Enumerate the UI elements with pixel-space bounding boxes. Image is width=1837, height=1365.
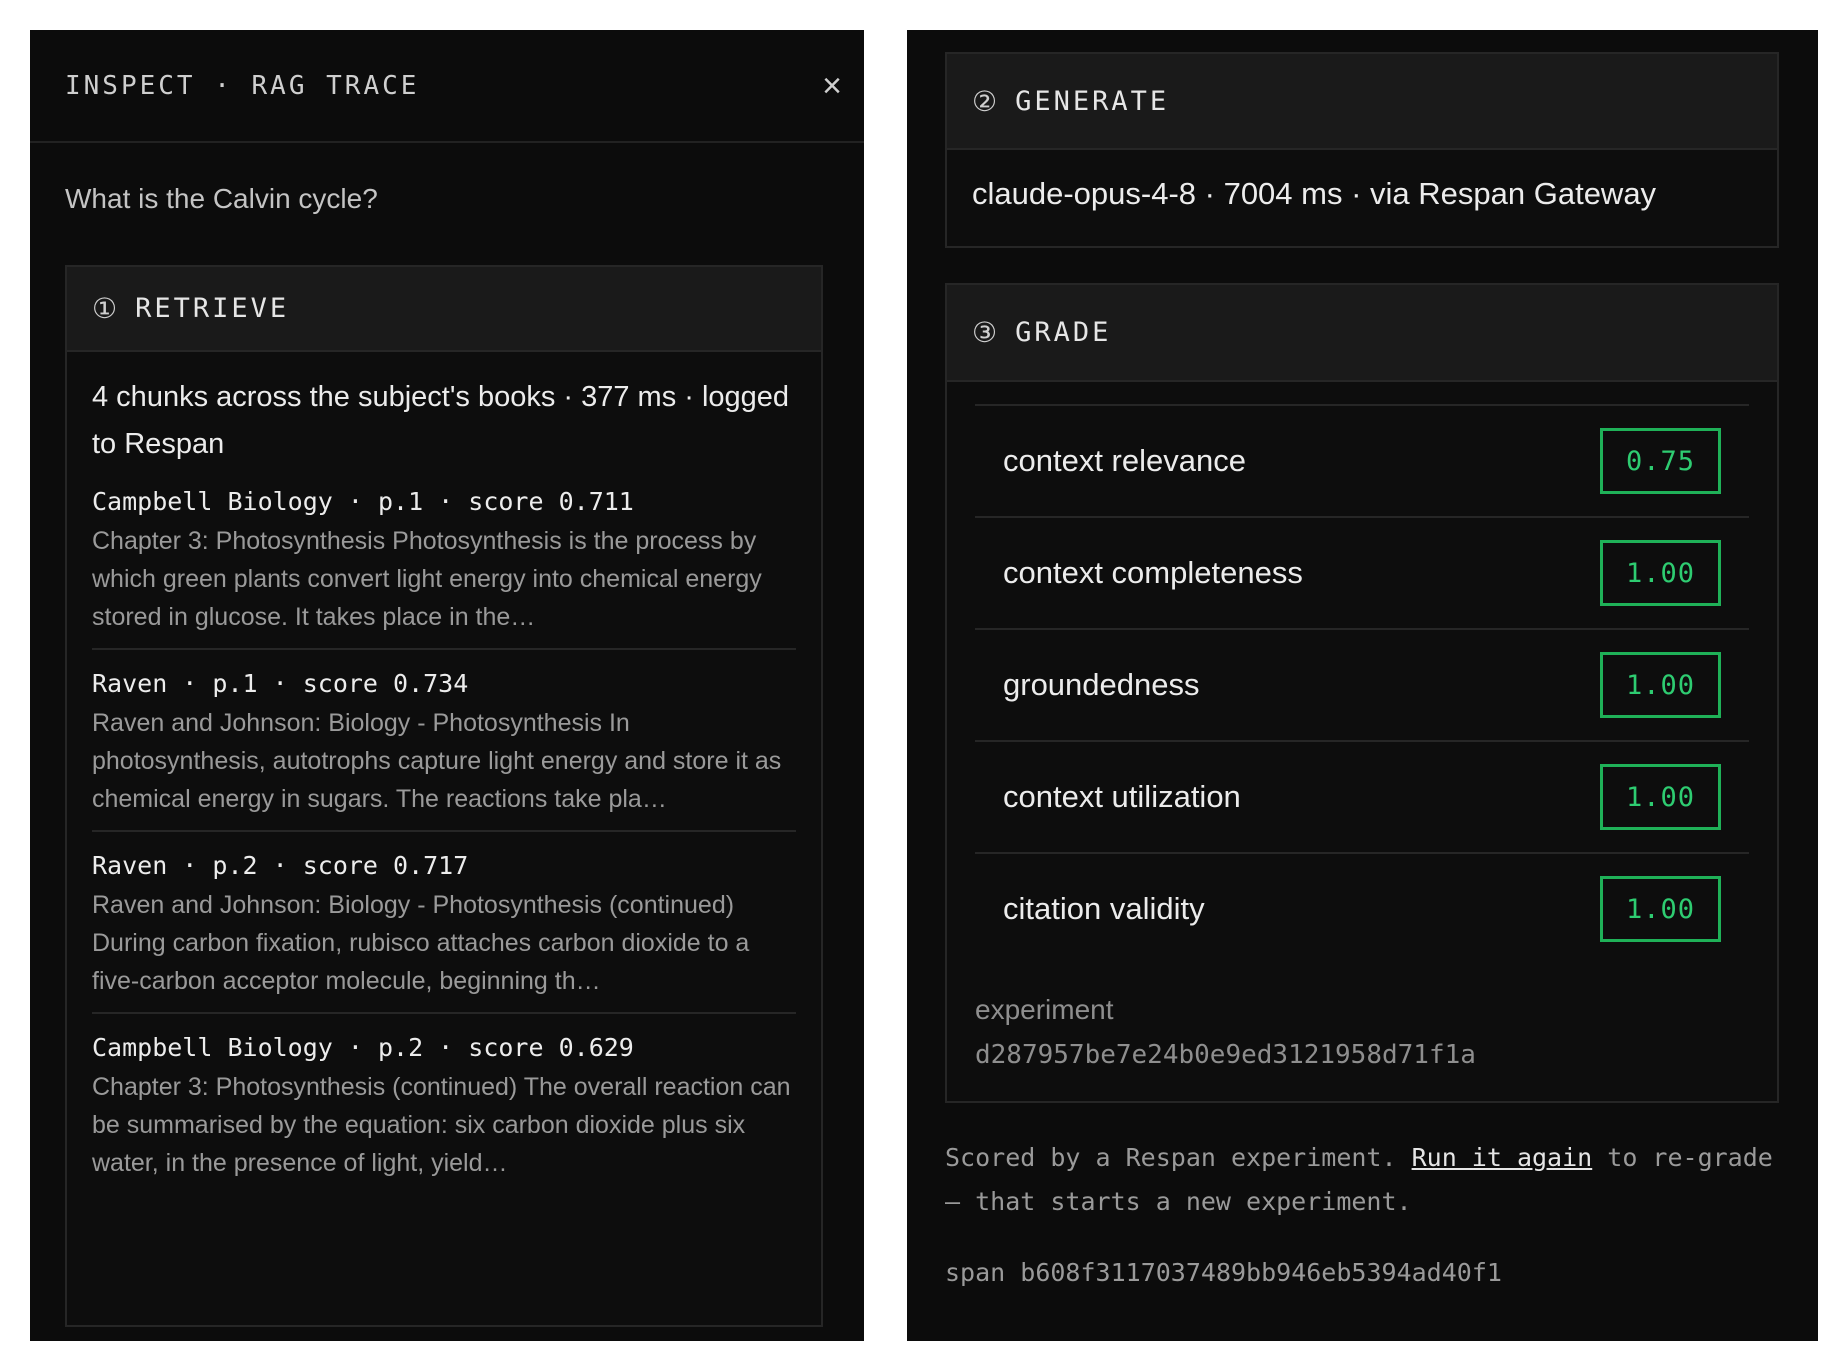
span-id-line: span b608f3117037489bb946eb5394ad40f1 [945,1258,1502,1287]
generate-detail: claude-opus-4-8 · 7004 ms · via Respan G… [972,176,1657,211]
metric-row: context utilization 1.00 [975,740,1749,852]
span-label: span [945,1258,1006,1287]
step-three-icon: ③ [972,316,998,349]
rag-trace-panel: INSPECT · RAG TRACE × What is the Calvin… [30,30,864,1341]
grade-label: GRADE [1015,317,1112,348]
step-one-icon: ① [92,292,118,325]
chunk-item: Raven · p.1 · score 0.734 Raven and John… [92,650,796,832]
metric-name: context utilization [1003,779,1241,814]
chunk-text: Chapter 3: Photosynthesis Photosynthesis… [92,527,762,631]
metric-name: groundedness [1003,667,1200,702]
experiment-info: experiment d287957be7e24b0e9ed3121958d71… [947,964,1777,1078]
chunk-list: Campbell Biology · p.1 · score 0.711 Cha… [67,468,821,1194]
chunk-item: Campbell Biology · p.2 · score 0.629 Cha… [92,1014,796,1194]
chunk-item: Raven · p.2 · score 0.717 Raven and John… [92,832,796,1014]
panel-header: INSPECT · RAG TRACE × [30,30,864,143]
metric-row: groundedness 1.00 [975,628,1749,740]
question-text: What is the Calvin cycle? [65,183,378,214]
run-again-link[interactable]: Run it again [1412,1143,1593,1172]
footer-note: Scored by a Respan experiment. Run it ag… [945,1136,1779,1224]
experiment-label: experiment [975,994,1114,1025]
retrieve-label: RETRIEVE [135,293,290,324]
score-badge: 1.00 [1600,540,1721,606]
generate-header: ② GENERATE [947,54,1777,150]
retrieve-summary: 4 chunks across the subject's books · 37… [92,381,790,460]
metric-row: context completeness 1.00 [975,516,1749,628]
score-badge: 1.00 [1600,876,1721,942]
grade-card: ③ GRADE context relevance 0.75 context c… [945,283,1779,1103]
trace-detail-panel: ② GENERATE claude-opus-4-8 · 7004 ms · v… [907,30,1818,1341]
retrieve-card: ① RETRIEVE 4 chunks across the subject's… [65,265,823,1327]
generate-label: GENERATE [1015,85,1170,117]
footer-note-start: Scored by a Respan experiment. [945,1143,1412,1172]
metric-name: context completeness [1003,555,1303,590]
generate-card: ② GENERATE claude-opus-4-8 · 7004 ms · v… [945,52,1779,248]
chunk-meta: Campbell Biology · p.2 · score 0.629 [92,1033,634,1062]
chunk-text: Chapter 3: Photosynthesis (continued) Th… [92,1073,791,1177]
metric-row: citation validity 1.00 [975,852,1749,964]
span-id: b608f3117037489bb946eb5394ad40f1 [1020,1258,1502,1287]
metric-row: context relevance 0.75 [975,404,1749,516]
chunk-meta: Campbell Biology · p.1 · score 0.711 [92,487,634,516]
retrieve-header: ① RETRIEVE [67,267,821,352]
chunk-item: Campbell Biology · p.1 · score 0.711 Cha… [92,468,796,650]
close-icon[interactable]: × [822,69,842,103]
chunk-meta: Raven · p.1 · score 0.734 [92,669,469,698]
score-badge: 0.75 [1600,428,1721,494]
score-badge: 1.00 [1600,764,1721,830]
chunk-meta: Raven · p.2 · score 0.717 [92,851,469,880]
chunk-text: Raven and Johnson: Biology - Photosynthe… [92,891,750,995]
metric-name: context relevance [1003,443,1246,478]
score-badge: 1.00 [1600,652,1721,718]
step-two-icon: ② [972,84,998,118]
experiment-id: d287957be7e24b0e9ed3121958d71f1a [975,1040,1476,1070]
chunk-text: Raven and Johnson: Biology - Photosynthe… [92,709,782,813]
metric-name: citation validity [1003,891,1205,926]
grade-header: ③ GRADE [947,285,1777,382]
grade-metrics: context relevance 0.75 context completen… [947,382,1777,964]
panel-title: INSPECT · RAG TRACE [65,70,420,101]
